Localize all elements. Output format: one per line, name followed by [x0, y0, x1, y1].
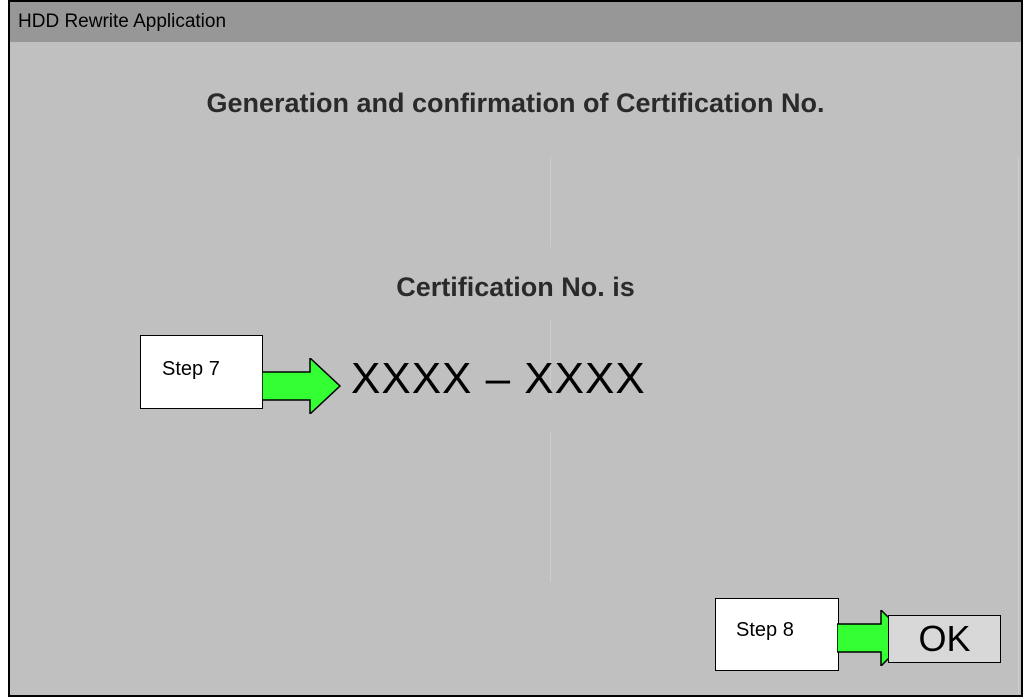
- step7-label: Step 7: [162, 358, 220, 380]
- step8-label: Step 8: [736, 619, 794, 641]
- certification-number: XXXX – XXXX: [351, 354, 646, 403]
- step7-callout: Step 7: [140, 335, 263, 409]
- step7-arrow-icon: [262, 358, 342, 414]
- app-window: HDD Rewrite Application Generation and c…: [8, 0, 1023, 697]
- ok-button[interactable]: OK: [888, 615, 1001, 663]
- certification-label: Certification No. is: [396, 272, 635, 302]
- window-titlebar: HDD Rewrite Application: [10, 2, 1021, 42]
- background-line: [550, 157, 551, 247]
- background-line: [1018, 157, 1019, 695]
- page-heading: Generation and confirmation of Certifica…: [206, 88, 825, 118]
- step8-callout: Step 8: [715, 598, 839, 671]
- background-line: [550, 432, 551, 582]
